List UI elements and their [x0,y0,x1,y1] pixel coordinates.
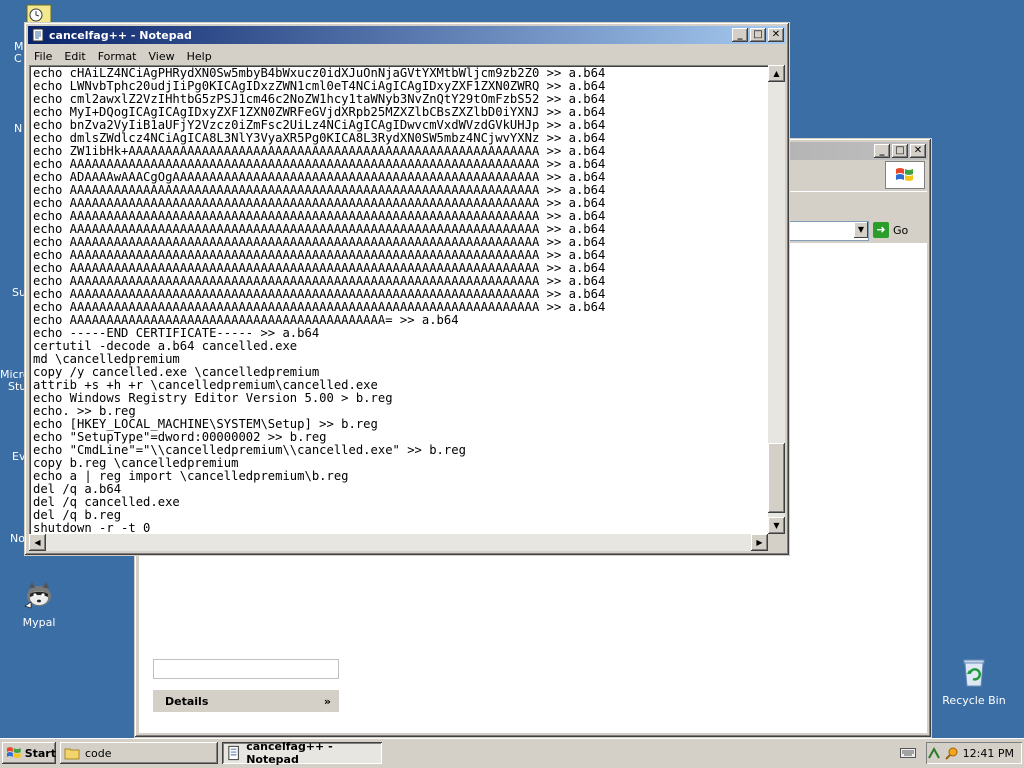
start-label: Start [24,746,56,760]
keyboard-icon[interactable] [900,747,916,759]
scroll-up-icon[interactable]: ▲ [768,65,785,82]
maximize-icon: □ [753,29,763,40]
text-area[interactable]: echo cHAiLZ4NCiAgPHRydXN0Sw5mbyB4bWxucz0… [31,67,767,533]
task-pane-box [153,659,339,679]
horizontal-scrollbar[interactable]: ◀ ▶ [29,534,768,551]
maximize-button[interactable]: □ [750,28,766,42]
desktop-icon-label: Recycle Bin [942,694,1006,707]
windows-flag-icon [896,168,913,181]
minimize-icon: _ [737,29,743,40]
go-arrow-icon: ➜ [873,222,889,238]
text-line: echo Windows Registry Editor Version 5.0… [33,391,393,405]
details-panel-header[interactable]: Details » [153,690,339,712]
desktop-label-partial: C [14,52,22,65]
desktop-icon-recycle-bin[interactable]: Recycle Bin [939,656,1009,707]
close-button[interactable]: ✕ [910,144,926,158]
desktop-icon-label: Mypal [22,616,56,629]
clock[interactable]: 12:41 PM [963,747,1014,760]
chevron-down-icon[interactable]: » [324,695,331,708]
notepad-icon [32,28,44,42]
desktop-label-partial: N [14,122,23,135]
taskbar-button-notepad[interactable]: cancelfag++ - Notepad [222,740,382,766]
recycle-bin-icon [963,659,985,687]
scrollbar-corner [768,534,785,551]
menu-view[interactable]: View [143,49,181,64]
scroll-down-icon[interactable]: ▼ [768,517,785,534]
taskbar: Start code cancelfag++ - Notepad 12:41 P… [0,738,1024,768]
scroll-right-icon[interactable]: ▶ [751,534,768,551]
notepad-window[interactable]: cancelfag++ - Notepad _ □ ✕ File Edit Fo… [24,22,790,556]
folder-icon [64,748,80,760]
menu-file[interactable]: File [28,49,58,64]
menu-help[interactable]: Help [181,49,218,64]
network-icon[interactable] [927,746,941,760]
close-icon: ✕ [771,29,781,40]
vertical-scroll-thumb[interactable] [768,443,785,513]
minimize-icon: _ [879,145,885,156]
notepad-editor[interactable]: echo cHAiLZ4NCiAgPHRydXN0Sw5mbyB4bWxucz0… [29,65,785,551]
close-button[interactable]: ✕ [768,28,784,42]
search-icon[interactable] [944,746,959,760]
start-button[interactable]: Start [2,742,56,764]
go-label: Go [893,223,909,237]
vertical-scrollbar[interactable]: ▲ ▼ [768,65,785,534]
scroll-left-icon[interactable]: ◀ [29,534,46,551]
go-button[interactable]: ➜ Go [873,220,923,240]
menu-edit[interactable]: Edit [58,49,91,64]
desktop-icon-mypal[interactable]: Mypal [4,578,74,629]
desktop-label-partial: No [10,532,25,545]
details-label: Details [165,694,209,708]
menu-format[interactable]: Format [92,49,143,64]
text-line: del /q cancelled.exe [33,495,180,509]
text-line: shutdown -r -t 0 [33,521,151,534]
dropdown-arrow-icon[interactable]: ▼ [854,222,868,238]
windows-logo [885,161,925,189]
minimize-button[interactable]: _ [732,28,748,42]
text-line: echo a | reg import \cancelledpremium\b.… [33,469,349,483]
taskbar-button-code[interactable]: code [60,742,218,764]
taskbar-button-label: code [85,746,112,760]
close-icon: ✕ [913,145,923,156]
notepad-icon [228,745,239,761]
taskbar-button-label: cancelfag++ - Notepad [246,740,333,766]
system-tray: 12:41 PM [926,742,1022,764]
minimize-button[interactable]: _ [874,144,890,158]
notepad-titlebar[interactable]: cancelfag++ - Notepad _ □ ✕ [28,26,786,44]
menu-bar: File Edit Format View Help [28,47,786,65]
raccoon-icon [24,582,51,609]
windows-flag-icon [6,747,21,758]
maximize-icon: □ [895,145,905,156]
window-title: cancelfag++ - Notepad [49,28,192,42]
maximize-button[interactable]: □ [892,144,908,158]
